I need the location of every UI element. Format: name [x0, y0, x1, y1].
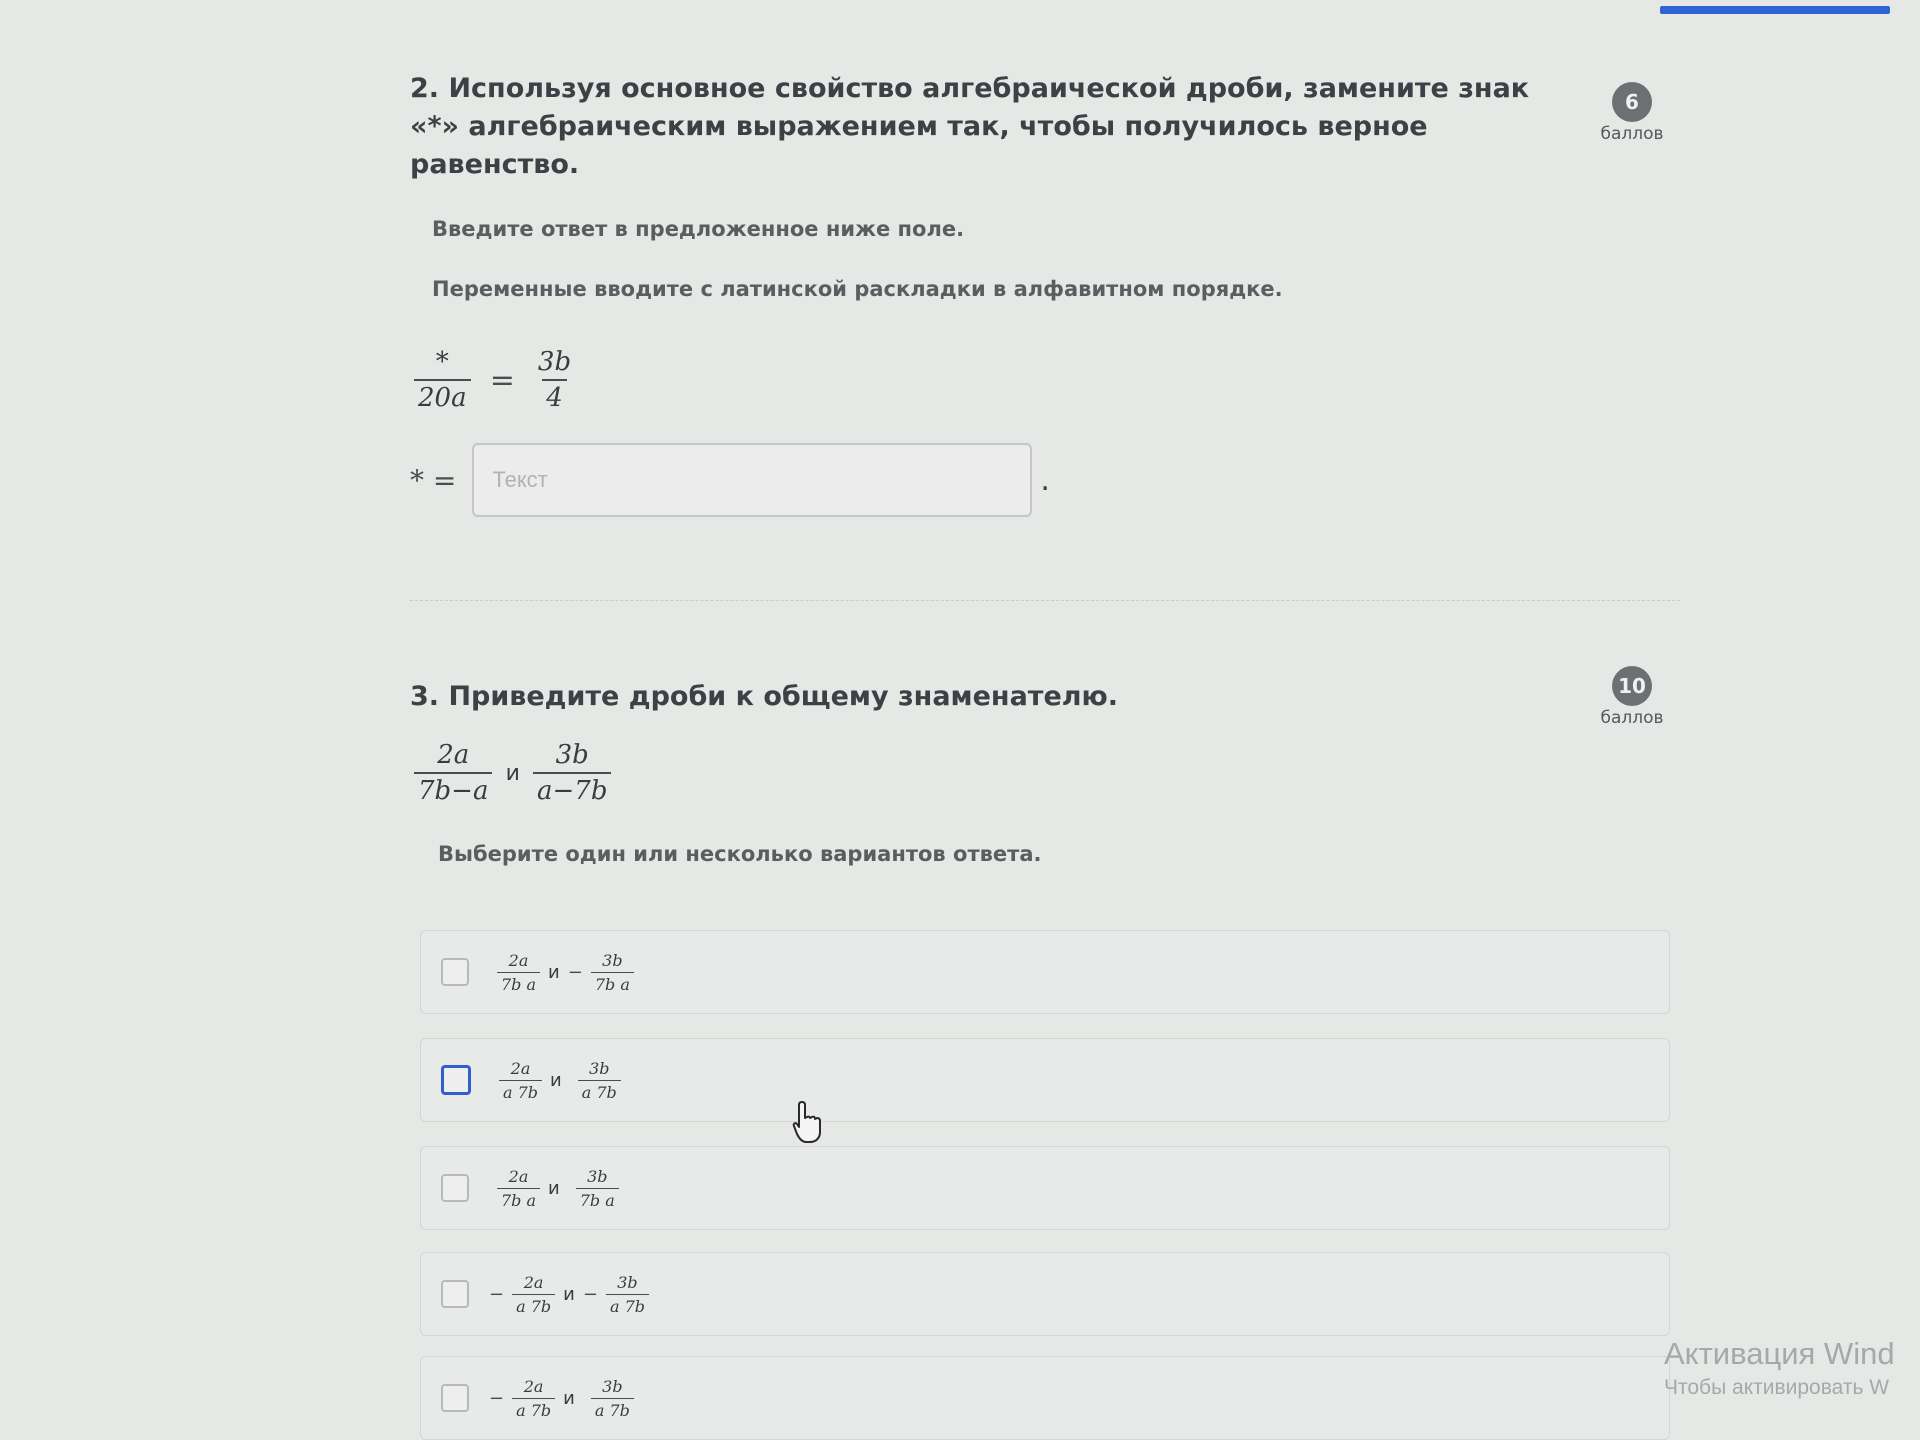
task-2-hint-variables: Переменные вводите с латинской раскладки… [432, 277, 1283, 301]
task-2-hint-input: Введите ответ в предложенное ниже поле. [432, 217, 965, 241]
conjunction-and: и [548, 961, 560, 983]
fraction-numerator: 2a [437, 740, 470, 770]
fraction-denominator: 4 [542, 379, 567, 413]
option-fraction: 2a a 7b [512, 1272, 556, 1316]
equation-right-fraction: 3b 4 [534, 347, 575, 413]
option-fraction: 3b a 7b [605, 1272, 649, 1316]
option-fraction: 3b a 7b [590, 1376, 634, 1420]
task-2-title: 2. Используя основное свойство алгебраич… [410, 73, 1530, 180]
fraction-denominator: a 7b [512, 1397, 556, 1420]
fraction-numerator: 2a [523, 1376, 544, 1396]
fraction-numerator: 2a [508, 1166, 529, 1186]
option-checkbox[interactable] [441, 958, 469, 986]
points-badge: 10 [1612, 666, 1652, 706]
answer-prefix: * = [410, 463, 457, 497]
fraction-denominator: 7b a [590, 971, 634, 994]
option-sign: − [489, 1387, 505, 1409]
task-3: 3. Приведите дроби к общему знаменателю.… [410, 666, 1680, 866]
task-2-points: 6 баллов [1584, 82, 1680, 144]
task-2: 2. Используя основное свойство алгебраич… [410, 70, 1680, 517]
fraction-denominator: a 7b [512, 1293, 556, 1316]
fraction-numerator: 3b [587, 1166, 608, 1186]
fraction-denominator: a 7b [499, 1079, 543, 1102]
fraction-numerator: 3b [602, 1376, 623, 1396]
fraction-numerator: 2a [508, 950, 529, 970]
task-2-answer-row: * = . [410, 443, 1680, 517]
points-label: баллов [1600, 124, 1664, 144]
option-checkbox[interactable] [441, 1174, 469, 1202]
conjunction-and: и [563, 1283, 575, 1305]
option-checkbox[interactable] [441, 1384, 469, 1412]
option-fraction: 3b 7b a [590, 950, 634, 994]
option-checkbox[interactable] [441, 1065, 471, 1095]
option-sign: − [582, 1283, 598, 1305]
option-checkbox[interactable] [441, 1280, 469, 1308]
fraction-denominator: 20a [414, 379, 471, 413]
windows-activation-watermark: Активация Wind Чтобы активировать W [1664, 1336, 1895, 1400]
fraction-numerator: 3b [589, 1058, 610, 1078]
fraction-numerator: 3b [537, 347, 572, 377]
fraction-denominator: a 7b [577, 1079, 621, 1102]
fraction-denominator: a 7b [605, 1293, 649, 1316]
answer-option-4[interactable]: − 2a a 7b и − 3b a 7b [420, 1252, 1670, 1336]
task-3-fractions: 2a 7b−a и 3b a−7b [410, 740, 1680, 806]
task-3-header: 3. Приведите дроби к общему знаменателю.… [410, 666, 1680, 728]
task-2-header: 2. Используя основное свойство алгебраич… [410, 70, 1680, 184]
task-divider [410, 600, 1680, 601]
task-3-points: 10 баллов [1584, 666, 1680, 728]
equals-sign: = [489, 362, 515, 398]
fraction-denominator: 7b−a [414, 772, 493, 806]
option-fraction: 2a 7b a [497, 1166, 541, 1210]
option-fraction: 2a a 7b [499, 1058, 543, 1102]
fraction-denominator: 7b a [575, 1187, 619, 1210]
fraction-numerator: 2a [510, 1058, 531, 1078]
fraction-denominator: a 7b [590, 1397, 634, 1420]
hand-pointer-icon [792, 1101, 821, 1143]
answer-option-3[interactable]: 2a 7b a и 3b 7b a [420, 1146, 1670, 1230]
option-fraction: 3b 7b a [575, 1166, 619, 1210]
progress-accent-bar [1660, 6, 1890, 14]
fraction-denominator: 7b a [497, 1187, 541, 1210]
task-3-fraction-1: 2a 7b−a [414, 740, 493, 806]
answer-option-5[interactable]: − 2a a 7b и 3b a 7b [420, 1356, 1670, 1440]
fraction-numerator: 3b [602, 950, 623, 970]
watermark-title: Активация Wind [1664, 1336, 1895, 1371]
watermark-subtitle: Чтобы активировать W [1664, 1376, 1890, 1399]
answer-option-1[interactable]: 2a 7b a и − 3b 7b a [420, 930, 1670, 1014]
conjunction-and: и [550, 1069, 562, 1091]
task-2-equation: * 20a = 3b 4 [410, 347, 1680, 413]
option-fraction: 2a a 7b [512, 1376, 556, 1420]
option-sign: − [567, 961, 583, 983]
fraction-denominator: a−7b [532, 772, 612, 806]
fraction-denominator: 7b a [497, 971, 541, 994]
answer-suffix: . [1040, 462, 1050, 498]
points-badge: 6 [1612, 82, 1652, 122]
option-fraction: 2a 7b a [497, 950, 541, 994]
conjunction-and: и [563, 1387, 575, 1409]
conjunction-and: и [505, 760, 520, 786]
fraction-numerator: 3b [617, 1272, 638, 1292]
answer-input[interactable] [472, 443, 1033, 517]
option-sign: − [489, 1283, 505, 1305]
points-label: баллов [1600, 708, 1664, 728]
answer-option-2[interactable]: 2a a 7b и 3b a 7b [420, 1038, 1670, 1122]
conjunction-and: и [548, 1177, 560, 1199]
equation-left-fraction: * 20a [414, 347, 471, 413]
option-fraction: 3b a 7b [577, 1058, 621, 1102]
task-3-fraction-2: 3b a−7b [532, 740, 612, 806]
fraction-numerator: * [435, 347, 449, 377]
fraction-numerator: 3b [555, 740, 589, 770]
task-3-hint: Выберите один или несколько вариантов от… [438, 842, 1042, 866]
task-3-title: 3. Приведите дроби к общему знаменателю. [410, 681, 1119, 712]
fraction-numerator: 2a [523, 1272, 544, 1292]
